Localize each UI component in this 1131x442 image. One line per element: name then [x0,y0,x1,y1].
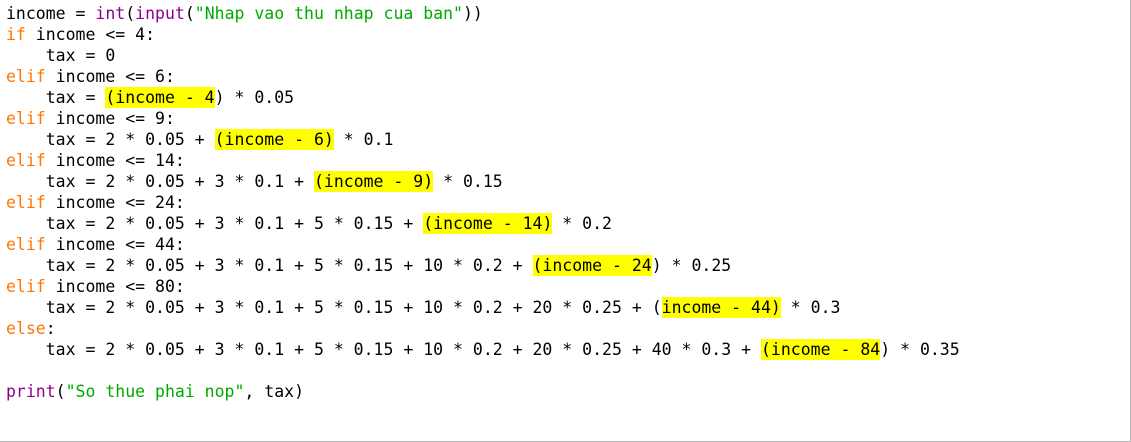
code-token: income <= 6: [45,67,175,86]
keyword-token: elif [6,193,46,212]
code-line[interactable]: tax = 2 * 0.05 + 3 * 0.1 + 5 * 0.15 + (i… [6,213,960,234]
code-line[interactable]: tax = 2 * 0.05 + (income - 6) * 0.1 [6,129,960,150]
string-token: "So thue phai nop" [65,382,245,401]
code-line[interactable] [6,360,960,381]
builtin-token: print [6,382,56,401]
builtin-token: input [135,4,185,23]
code-line[interactable]: print("So thue phai nop", tax) [6,381,960,402]
code-area[interactable]: income = int(input("Nhap vao thu nhap cu… [6,3,960,402]
code-line[interactable]: elif income <= 9: [6,108,960,129]
highlighted-expression: (income - 24 [532,255,652,276]
code-token: tax = [6,88,106,107]
code-token: * 0.1 [333,130,394,149]
keyword-token: elif [6,67,46,86]
highlighted-expression: (income - 4 [105,87,215,108]
code-line[interactable]: else: [6,318,960,339]
code-token: ) * 0.35 [880,340,960,359]
code-line[interactable]: tax = 0 [6,45,960,66]
keyword-token: elif [6,109,46,128]
code-token: ( [125,4,136,23]
code-line[interactable]: if income <= 4: [6,24,960,45]
code-line[interactable]: income = int(input("Nhap vao thu nhap cu… [6,3,960,24]
code-token: , tax) [244,382,305,401]
code-token: : [45,319,56,338]
code-token: tax = 2 * 0.05 + 3 * 0.1 + 5 * 0.15 + 10… [6,340,761,359]
code-token: income = [6,4,96,23]
code-line[interactable]: tax = 2 * 0.05 + 3 * 0.1 + 5 * 0.15 + 10… [6,297,960,318]
keyword-token: if [6,25,26,44]
code-line[interactable]: elif income <= 14: [6,150,960,171]
code-line[interactable]: tax = 2 * 0.05 + 3 * 0.1 + 5 * 0.15 + 10… [6,339,960,360]
code-token: * 0.3 [780,298,841,317]
code-token: * 0.2 [552,214,612,233]
code-line[interactable]: elif income <= 44: [6,234,960,255]
keyword-token: elif [6,235,46,254]
builtin-token: int [95,4,126,23]
code-editor[interactable]: income = int(input("Nhap vao thu nhap cu… [0,0,1131,442]
code-token: tax = 0 [6,46,116,65]
code-token: income <= 9: [45,109,175,128]
code-line[interactable]: elif income <= 80: [6,276,960,297]
highlighted-expression: income - 44) [661,297,781,318]
code-token: ( [184,4,195,23]
code-token: tax = 2 * 0.05 + 3 * 0.1 + [6,172,314,191]
code-token: * 0.15 [433,172,503,191]
code-line[interactable]: elif income <= 6: [6,66,960,87]
code-token: ) * 0.25 [651,256,732,275]
keyword-token: elif [6,277,46,296]
code-token: income <= 80: [45,277,185,296]
highlighted-expression: (income - 84 [760,339,881,360]
code-token: tax = 2 * 0.05 + 3 * 0.1 + 5 * 0.15 + [6,214,424,233]
code-token: income <= 24: [45,193,185,212]
code-token: income <= 44: [45,235,185,254]
code-line[interactable]: elif income <= 24: [6,192,960,213]
keyword-token: else [6,319,46,338]
code-line[interactable]: tax = (income - 4) * 0.05 [6,87,960,108]
code-token: tax = 2 * 0.05 + [6,130,215,149]
highlighted-expression: (income - 14) [423,213,553,234]
code-token: tax = 2 * 0.05 + 3 * 0.1 + 5 * 0.15 + 10… [6,298,662,317]
code-line[interactable]: tax = 2 * 0.05 + 3 * 0.1 + (income - 9) … [6,171,960,192]
code-token: )) [462,4,483,23]
keyword-token: elif [6,151,46,170]
code-token: ) * 0.05 [214,88,295,107]
code-token: tax = 2 * 0.05 + 3 * 0.1 + 5 * 0.15 + 10… [6,256,533,275]
string-token: "Nhap vao thu nhap cua ban" [194,4,463,23]
code-token: ( [55,382,66,401]
code-token: income <= 4: [25,25,156,44]
code-line[interactable]: tax = 2 * 0.05 + 3 * 0.1 + 5 * 0.15 + 10… [6,255,960,276]
highlighted-expression: (income - 9) [313,171,434,192]
code-token: income <= 14: [45,151,185,170]
highlighted-expression: (income - 6) [214,129,334,150]
